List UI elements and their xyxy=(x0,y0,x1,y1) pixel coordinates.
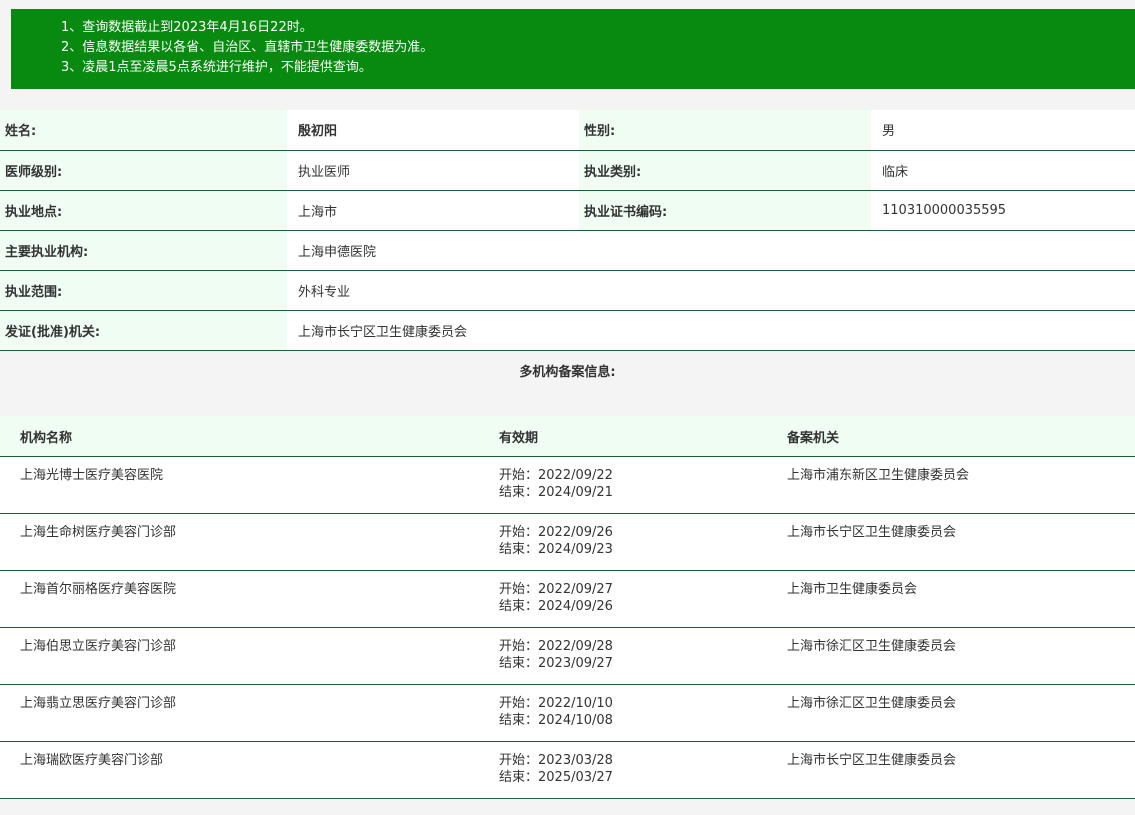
period-end: 结束：2023/09/27 xyxy=(499,656,613,671)
filing-authority: 上海市长宁区卫生健康委员会 xyxy=(768,741,1135,799)
filing-authority: 上海市浦东新区卫生健康委员会 xyxy=(768,456,1135,514)
category-value: 临床 xyxy=(871,150,1135,191)
column-header-name: 机构名称 xyxy=(0,416,480,457)
table-row: 上海翡立思医疗美容门诊部 开始：2022/10/10 结束：2024/10/08… xyxy=(0,684,1135,742)
gender-value: 男 xyxy=(871,110,1135,151)
validity-period: 开始：2022/10/10 结束：2024/10/08 xyxy=(480,684,768,742)
period-start: 开始：2022/09/28 xyxy=(499,639,613,654)
institution-name: 上海生命树医疗美容门诊部 xyxy=(0,513,480,571)
institution-name: 上海首尔丽格医疗美容医院 xyxy=(0,570,480,628)
info-row: 执业地点: 上海市 执业证书编码: 110310000035595 xyxy=(0,190,1135,231)
info-row: 姓名: 殷初阳 性别: 男 xyxy=(0,110,1135,151)
info-row: 医师级别: 执业医师 执业类别: 临床 xyxy=(0,150,1135,191)
period-end: 结束：2025/03/27 xyxy=(499,770,613,785)
filing-authority: 上海市长宁区卫生健康委员会 xyxy=(768,513,1135,571)
table-row: 上海伯思立医疗美容门诊部 开始：2022/09/28 结束：2023/09/27… xyxy=(0,627,1135,685)
issuer-label: 发证(批准)机关: xyxy=(0,310,287,351)
table-row: 上海首尔丽格医疗美容医院 开始：2022/09/27 结束：2024/09/26… xyxy=(0,570,1135,628)
period-end: 结束：2024/10/08 xyxy=(499,713,613,728)
institution-name: 上海瑞欧医疗美容门诊部 xyxy=(0,741,480,799)
info-row: 执业范围: 外科专业 xyxy=(0,270,1135,311)
period-start: 开始：2022/09/22 xyxy=(499,468,613,483)
table-row: 上海生命树医疗美容门诊部 开始：2022/09/26 结束：2024/09/23… xyxy=(0,513,1135,571)
filing-authority: 上海市卫生健康委员会 xyxy=(768,570,1135,628)
validity-period: 开始：2022/09/27 结束：2024/09/26 xyxy=(480,570,768,628)
validity-period: 开始：2022/09/26 结束：2024/09/23 xyxy=(480,513,768,571)
records-header-row: 机构名称 有效期 备案机关 xyxy=(0,416,1135,457)
institution-name: 上海翡立思医疗美容门诊部 xyxy=(0,684,480,742)
institution-value: 上海申德医院 xyxy=(287,230,1135,271)
multi-institution-table: 机构名称 有效期 备案机关 上海光博士医疗美容医院 开始：2022/09/22 … xyxy=(0,416,1135,799)
table-row: 上海光博士医疗美容医院 开始：2022/09/22 结束：2024/09/21 … xyxy=(0,456,1135,514)
column-header-org: 备案机关 xyxy=(768,416,1135,457)
period-start: 开始：2022/09/27 xyxy=(499,582,613,597)
location-value: 上海市 xyxy=(287,190,579,231)
institution-name: 上海光博士医疗美容医院 xyxy=(0,456,480,514)
period-start: 开始：2022/09/26 xyxy=(499,525,613,540)
column-header-period: 有效期 xyxy=(480,416,768,457)
gender-label: 性别: xyxy=(579,110,871,151)
period-end: 结束：2024/09/23 xyxy=(499,542,613,557)
filing-authority: 上海市徐汇区卫生健康委员会 xyxy=(768,684,1135,742)
institution-name: 上海伯思立医疗美容门诊部 xyxy=(0,627,480,685)
level-value: 执业医师 xyxy=(287,150,579,191)
period-start: 开始：2022/10/10 xyxy=(499,696,613,711)
issuer-value: 上海市长宁区卫生健康委员会 xyxy=(287,310,1135,351)
cert-value: 110310000035595 xyxy=(871,190,1135,231)
notice-line: 1、查询数据截止到2023年4月16日22时。 xyxy=(61,20,313,35)
filing-authority: 上海市徐汇区卫生健康委员会 xyxy=(768,627,1135,685)
validity-period: 开始：2022/09/22 结束：2024/09/21 xyxy=(480,456,768,514)
multi-institution-title: 多机构备案信息: xyxy=(0,350,1135,390)
notice-banner: 1、查询数据截止到2023年4月16日22时。 2、信息数据结果以各省、自治区、… xyxy=(11,9,1135,89)
scope-label: 执业范围: xyxy=(0,270,287,311)
cert-label: 执业证书编码: xyxy=(579,190,871,231)
name-label: 姓名: xyxy=(0,110,287,151)
notice-line: 3、凌晨1点至凌晨5点系统进行维护，不能提供查询。 xyxy=(61,60,372,75)
validity-period: 开始：2022/09/28 结束：2023/09/27 xyxy=(480,627,768,685)
name-value: 殷初阳 xyxy=(287,110,579,151)
location-label: 执业地点: xyxy=(0,190,287,231)
category-label: 执业类别: xyxy=(579,150,871,191)
table-row: 上海瑞欧医疗美容门诊部 开始：2023/03/28 结束：2025/03/27 … xyxy=(0,741,1135,799)
period-end: 结束：2024/09/26 xyxy=(499,599,613,614)
period-start: 开始：2023/03/28 xyxy=(499,753,613,768)
multi-title-row: 多机构备案信息: xyxy=(0,350,1135,390)
doctor-info-table: 姓名: 殷初阳 性别: 男 医师级别: 执业医师 执业类别: 临床 执业地点: … xyxy=(0,110,1135,390)
validity-period: 开始：2023/03/28 结束：2025/03/27 xyxy=(480,741,768,799)
info-row: 主要执业机构: 上海申德医院 xyxy=(0,230,1135,271)
notice-line: 2、信息数据结果以各省、自治区、直辖市卫生健康委数据为准。 xyxy=(61,40,434,55)
info-row: 发证(批准)机关: 上海市长宁区卫生健康委员会 xyxy=(0,310,1135,351)
level-label: 医师级别: xyxy=(0,150,287,191)
scope-value: 外科专业 xyxy=(287,270,1135,311)
institution-label: 主要执业机构: xyxy=(0,230,287,271)
period-end: 结束：2024/09/21 xyxy=(499,485,613,500)
